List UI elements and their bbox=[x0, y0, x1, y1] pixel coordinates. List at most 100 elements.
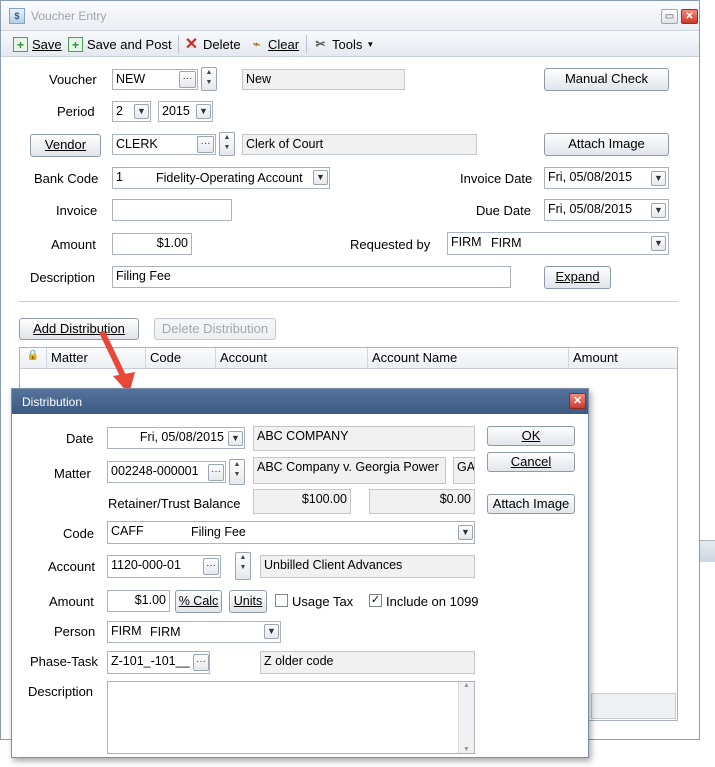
attach-image-button[interactable]: Attach Image bbox=[544, 133, 669, 156]
chevron-down-icon[interactable]: ▼ bbox=[651, 171, 666, 186]
description-label: Description bbox=[30, 270, 96, 285]
close-window-button[interactable]: ✕ bbox=[681, 9, 698, 24]
account-label: Account bbox=[48, 559, 95, 574]
chevron-down-icon[interactable]: ▼ bbox=[228, 431, 243, 446]
code-select[interactable]: CAFF Filing Fee bbox=[107, 521, 475, 544]
tools-label: Tools bbox=[332, 36, 363, 52]
delete-button[interactable]: ✕ Delete bbox=[184, 35, 241, 53]
column-header[interactable]: Account bbox=[216, 348, 368, 368]
matter-label: Matter bbox=[54, 466, 91, 481]
requested-by-select[interactable]: FIRM FIRM bbox=[447, 232, 669, 255]
retainer-label: Retainer/Trust Balance bbox=[108, 496, 241, 511]
scroll-down-icon[interactable]: ▼ bbox=[459, 746, 474, 753]
column-header[interactable]: Account Name bbox=[368, 348, 569, 368]
units-button[interactable]: Units bbox=[229, 590, 267, 613]
bank-code-value: 1 bbox=[116, 170, 123, 184]
manual-check-button[interactable]: Manual Check bbox=[544, 68, 669, 91]
units-label: Units bbox=[233, 594, 263, 608]
window-titlebar: $ Voucher Entry ▭ ✕ bbox=[1, 1, 699, 31]
expand-button[interactable]: Expand bbox=[544, 266, 611, 289]
requested-by-name: FIRM bbox=[491, 236, 522, 250]
chevron-down-icon[interactable]: ▼ bbox=[313, 170, 328, 185]
vendor-lookup-button[interactable]: ··· bbox=[197, 136, 214, 153]
dialog-close-button[interactable]: ✕ bbox=[569, 393, 586, 409]
description-scrollbar[interactable]: ▲ ▼ bbox=[458, 682, 474, 753]
include-1099-label: Include on 1099 bbox=[386, 594, 479, 609]
save-and-post-button[interactable]: + Save and Post bbox=[68, 35, 172, 53]
vendor-spinner[interactable]: ▲ ▼ bbox=[219, 132, 235, 156]
app-icon: $ bbox=[9, 8, 25, 24]
invoice-input[interactable] bbox=[112, 199, 232, 221]
toolbar-separator bbox=[306, 35, 307, 53]
window-title: Voucher Entry bbox=[31, 9, 107, 23]
toolbar-separator bbox=[178, 35, 179, 53]
delete-distribution-button[interactable]: Delete Distribution bbox=[154, 318, 276, 340]
code-value: CAFF bbox=[111, 524, 144, 538]
client-name: ABC COMPANY bbox=[253, 426, 475, 451]
person-select[interactable]: FIRM FIRM bbox=[107, 621, 281, 643]
clear-button[interactable]: ⌁ Clear bbox=[249, 35, 299, 53]
percent-calc-button[interactable]: % Calc bbox=[175, 590, 222, 613]
due-date-label: Due Date bbox=[476, 203, 531, 218]
amount-label: Amount bbox=[51, 237, 96, 252]
dialog-titlebar: Distribution ✕ bbox=[12, 389, 588, 414]
minimize-button[interactable]: ▭ bbox=[661, 9, 678, 24]
bank-code-label: Bank Code bbox=[34, 171, 99, 186]
save-post-icon: + bbox=[68, 36, 83, 52]
divider bbox=[19, 301, 678, 302]
usage-tax-label: Usage Tax bbox=[292, 594, 354, 609]
chevron-down-icon[interactable]: ▼ bbox=[264, 624, 279, 639]
dropdown-arrow-icon: ▼ bbox=[366, 39, 375, 49]
phase-task-lookup-button[interactable]: ··· bbox=[193, 654, 209, 671]
bank-name: Fidelity-Operating Account bbox=[156, 171, 303, 185]
trust-balance: $0.00 bbox=[369, 489, 475, 514]
person-label: Person bbox=[54, 624, 96, 639]
voucher-spinner[interactable]: ▲ ▼ bbox=[201, 67, 217, 91]
save-button[interactable]: + Save bbox=[13, 35, 62, 53]
column-header[interactable]: Amount bbox=[569, 348, 677, 368]
phase-task-label: Phase-Task bbox=[30, 654, 98, 669]
date-label: Date bbox=[66, 431, 94, 446]
chevron-down-icon[interactable]: ▼ bbox=[196, 104, 211, 119]
vendor-name: Clerk of Court bbox=[242, 134, 477, 155]
cancel-button[interactable]: Cancel bbox=[487, 452, 575, 472]
date-picker[interactable]: Fri, 05/08/2015 bbox=[107, 427, 245, 449]
account-spinner[interactable]: ▲ ▼ bbox=[235, 552, 251, 580]
voucher-status: New bbox=[242, 69, 405, 90]
amount-input[interactable]: $1.00 bbox=[112, 233, 192, 255]
voucher-lookup-button[interactable]: ··· bbox=[179, 71, 196, 88]
matter-spinner[interactable]: ▲ ▼ bbox=[229, 459, 245, 485]
scroll-up-icon[interactable]: ▲ bbox=[459, 682, 474, 689]
matter-lookup-button[interactable]: ··· bbox=[208, 464, 224, 481]
column-header[interactable]: Code bbox=[146, 348, 216, 368]
save-label: Save bbox=[32, 36, 62, 52]
description-label: Description bbox=[28, 684, 94, 699]
usage-tax-checkbox[interactable] bbox=[275, 594, 288, 607]
bank-code-select[interactable]: 1 Fidelity-Operating Account bbox=[112, 167, 330, 189]
chevron-down-icon[interactable]: ▼ bbox=[134, 104, 149, 119]
background-window-edge bbox=[700, 540, 715, 562]
vendor-button-label: Vendor bbox=[44, 137, 87, 152]
ok-button[interactable]: OK bbox=[487, 426, 575, 446]
account-lookup-button[interactable]: ··· bbox=[203, 558, 219, 575]
delete-icon: ✕ bbox=[184, 35, 199, 53]
description-textarea[interactable] bbox=[107, 681, 475, 754]
code-name: Filing Fee bbox=[191, 525, 246, 539]
vendor-button[interactable]: Vendor bbox=[30, 134, 101, 157]
chevron-down-icon[interactable]: ▼ bbox=[651, 203, 666, 218]
amount-label: Amount bbox=[49, 594, 94, 609]
include-1099-checkbox[interactable]: ✓ bbox=[369, 594, 382, 607]
chevron-down-icon[interactable]: ▼ bbox=[458, 525, 473, 540]
background-panel bbox=[591, 693, 676, 719]
save-icon: + bbox=[13, 36, 28, 52]
dialog-title: Distribution bbox=[22, 395, 83, 409]
chevron-down-icon[interactable]: ▼ bbox=[651, 236, 666, 251]
matter-name: ABC Company v. Georgia Power bbox=[253, 457, 446, 484]
pct-calc-label: % Calc bbox=[178, 594, 219, 608]
toolbar: + Save + Save and Post ✕ Delete ⌁ Clear … bbox=[1, 31, 699, 57]
tools-menu-button[interactable]: ✂ Tools ▼ bbox=[313, 35, 374, 53]
attach-image-button[interactable]: Attach Image bbox=[487, 494, 575, 514]
amount-input[interactable]: $1.00 bbox=[107, 590, 170, 612]
description-input[interactable]: Filing Fee bbox=[112, 266, 511, 288]
person-code: FIRM bbox=[111, 624, 142, 638]
